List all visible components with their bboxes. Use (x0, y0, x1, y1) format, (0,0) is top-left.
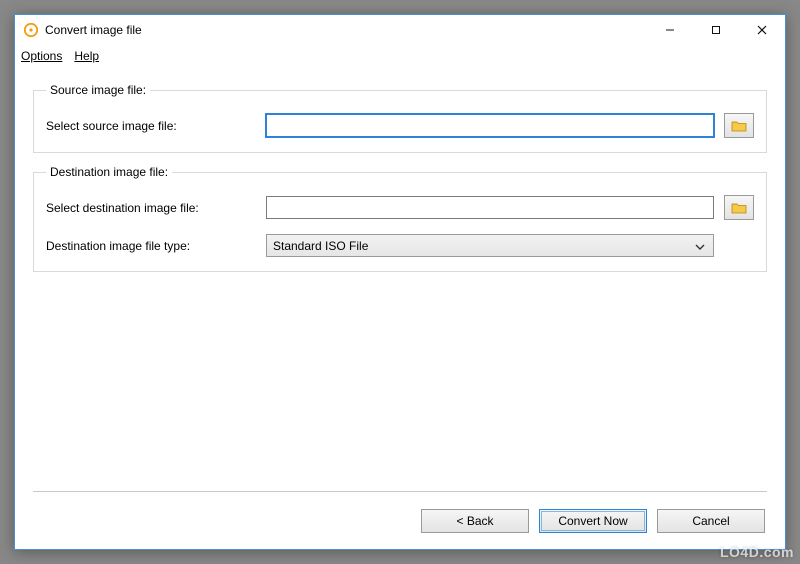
window-controls (647, 15, 785, 45)
convert-now-button[interactable]: Convert Now (539, 509, 647, 533)
destination-group: Destination image file: Select destinati… (33, 165, 767, 272)
destination-type-label: Destination image file type: (46, 239, 256, 253)
source-legend: Source image file: (46, 83, 150, 97)
minimize-button[interactable] (647, 15, 693, 45)
folder-icon (731, 119, 747, 133)
separator (33, 491, 767, 493)
source-group: Source image file: Select source image f… (33, 83, 767, 153)
menu-help[interactable]: Help (74, 49, 99, 63)
source-browse-button[interactable] (724, 113, 754, 138)
close-button[interactable] (739, 15, 785, 45)
destination-legend: Destination image file: (46, 165, 172, 179)
destination-select-label: Select destination image file: (46, 201, 256, 215)
destination-type-select[interactable]: Standard ISO File (266, 234, 714, 257)
wizard-buttons: < Back Convert Now Cancel (421, 509, 765, 533)
titlebar: Convert image file (15, 15, 785, 45)
window-title: Convert image file (45, 23, 142, 37)
cancel-button[interactable]: Cancel (657, 509, 765, 533)
chevron-down-icon (695, 241, 705, 251)
source-file-input[interactable] (266, 114, 714, 137)
back-button[interactable]: < Back (421, 509, 529, 533)
menu-options[interactable]: Options (21, 49, 62, 63)
destination-type-value: Standard ISO File (273, 239, 368, 253)
source-select-label: Select source image file: (46, 119, 256, 133)
destination-browse-button[interactable] (724, 195, 754, 220)
menubar: Options Help (15, 45, 785, 67)
folder-icon (731, 201, 747, 215)
destination-file-input[interactable] (266, 196, 714, 219)
maximize-button[interactable] (693, 15, 739, 45)
app-icon (23, 22, 39, 38)
client-area: Source image file: Select source image f… (15, 67, 785, 272)
app-window: Convert image file Options Help Source i… (14, 14, 786, 550)
